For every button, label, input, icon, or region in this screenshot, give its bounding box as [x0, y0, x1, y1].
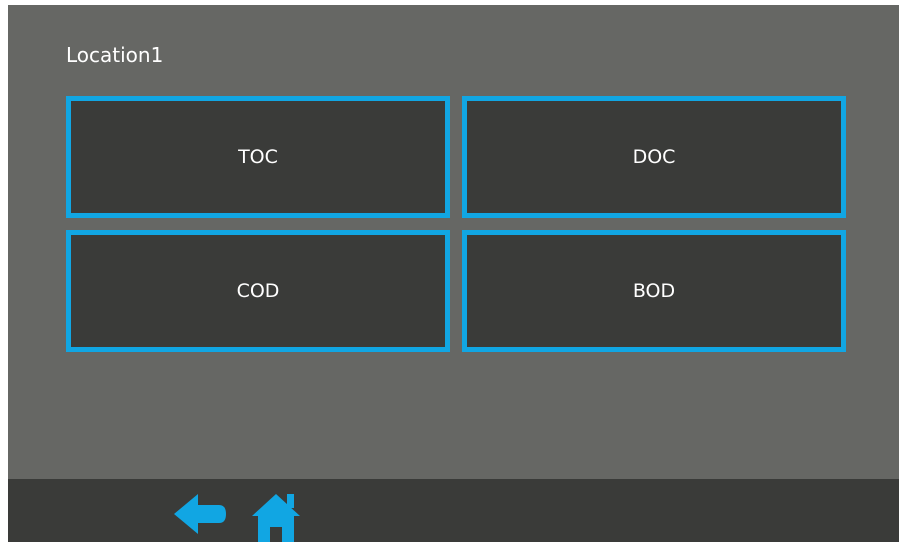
arrow-left-icon [174, 494, 226, 534]
main-screen: Location1 TOC DOC COD BOD [8, 5, 899, 542]
home-icon [252, 494, 300, 542]
page-title: Location1 [66, 43, 164, 67]
cod-button[interactable]: COD [66, 230, 450, 352]
back-button[interactable] [172, 489, 228, 542]
bod-button[interactable]: BOD [462, 230, 846, 352]
toc-button[interactable]: TOC [66, 96, 450, 218]
doc-button[interactable]: DOC [462, 96, 846, 218]
parameter-grid: TOC DOC COD BOD [66, 96, 846, 352]
footer-bar [8, 479, 899, 542]
home-button[interactable] [250, 489, 306, 542]
